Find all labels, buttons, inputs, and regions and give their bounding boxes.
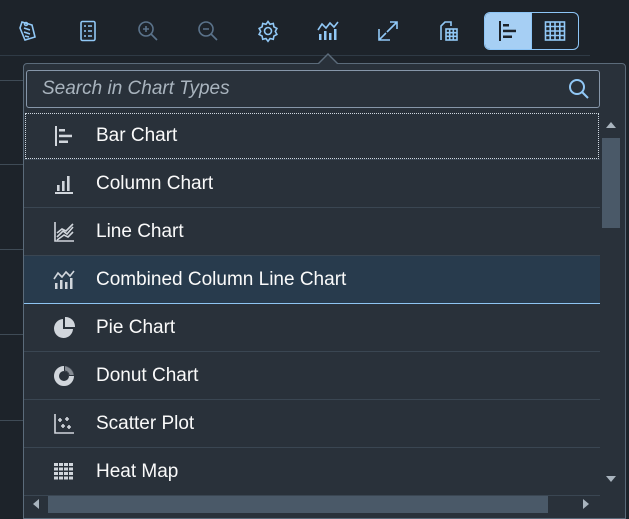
donut-chart-icon bbox=[50, 362, 78, 390]
zoom-out-button[interactable] bbox=[188, 12, 228, 50]
vertical-scrollbar[interactable] bbox=[600, 114, 622, 494]
chart-type-item-line[interactable]: Line Chart bbox=[24, 208, 600, 256]
search-icon bbox=[569, 79, 589, 99]
download-button[interactable] bbox=[428, 12, 468, 50]
combined-column-line-chart-icon bbox=[50, 266, 78, 294]
search-input[interactable] bbox=[27, 70, 559, 108]
horizontal-scrollbar[interactable] bbox=[26, 493, 600, 515]
vertical-scroll-thumb[interactable] bbox=[602, 138, 620, 228]
chart-type-label: Column Chart bbox=[96, 172, 214, 194]
scroll-left-arrow[interactable] bbox=[33, 499, 39, 509]
zoom-out-icon bbox=[198, 21, 218, 41]
scroll-right-arrow[interactable] bbox=[583, 499, 589, 509]
zoom-in-button[interactable] bbox=[128, 12, 168, 50]
details-icon bbox=[80, 20, 96, 42]
chart-toolbar bbox=[0, 0, 629, 64]
pie-chart-icon bbox=[50, 314, 78, 342]
search-field bbox=[26, 70, 600, 108]
chart-type-item-pie[interactable]: Pie Chart bbox=[24, 304, 600, 352]
settings-icon bbox=[258, 20, 278, 43]
chart-type-button[interactable] bbox=[308, 12, 348, 50]
chart-type-item-column[interactable]: Column Chart bbox=[24, 160, 600, 208]
full-screen-icon bbox=[378, 21, 398, 41]
full-screen-button[interactable] bbox=[368, 12, 408, 50]
column-chart-icon bbox=[50, 170, 78, 198]
bar-chart-icon bbox=[499, 21, 516, 41]
chart-type-item-heat-map[interactable]: Heat Map bbox=[24, 448, 600, 496]
zoom-in-icon bbox=[138, 21, 158, 41]
chart-type-icon bbox=[317, 21, 339, 40]
horizontal-scroll-thumb[interactable] bbox=[48, 496, 548, 513]
scroll-up-arrow[interactable] bbox=[606, 122, 616, 128]
chart-type-popover: Bar Chart Column Chart Line Chart Combin… bbox=[23, 63, 626, 519]
table-icon bbox=[544, 21, 566, 41]
table-view-button[interactable] bbox=[532, 13, 578, 49]
heat-map-icon bbox=[50, 458, 78, 486]
chart-type-label: Combined Column Line Chart bbox=[96, 268, 347, 290]
details-button[interactable] bbox=[68, 12, 108, 50]
chart-type-item-donut[interactable]: Donut Chart bbox=[24, 352, 600, 400]
download-icon bbox=[440, 21, 458, 41]
chart-type-label: Heat Map bbox=[96, 460, 179, 482]
legend-icon bbox=[19, 21, 36, 41]
legend-button[interactable] bbox=[8, 12, 48, 50]
chart-type-item-scatter[interactable]: Scatter Plot bbox=[24, 400, 600, 448]
bar-chart-icon bbox=[50, 122, 78, 150]
line-chart-icon bbox=[50, 218, 78, 246]
view-toggle bbox=[484, 12, 579, 50]
settings-button[interactable] bbox=[248, 12, 288, 50]
chart-type-label: Line Chart bbox=[96, 220, 184, 242]
chart-type-item-combined[interactable]: Combined Column Line Chart bbox=[24, 256, 600, 304]
chart-view-button[interactable] bbox=[485, 13, 531, 49]
chart-type-label: Bar Chart bbox=[96, 124, 178, 146]
chart-type-item-bar[interactable]: Bar Chart bbox=[24, 112, 600, 160]
scroll-down-arrow[interactable] bbox=[606, 476, 616, 482]
search-button[interactable] bbox=[559, 71, 599, 107]
chart-type-label: Donut Chart bbox=[96, 364, 199, 386]
scatter-plot-icon bbox=[50, 410, 78, 438]
chart-type-list: Bar Chart Column Chart Line Chart Combin… bbox=[24, 112, 600, 496]
chart-type-label: Scatter Plot bbox=[96, 412, 195, 434]
chart-type-label: Pie Chart bbox=[96, 316, 176, 338]
